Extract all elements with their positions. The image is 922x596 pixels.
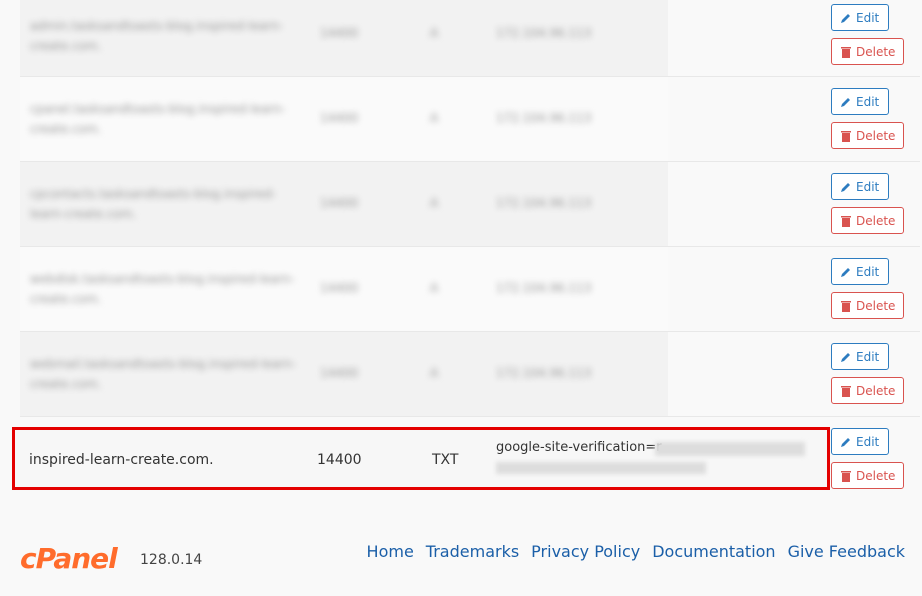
cpanel-logo: cPanel: [20, 542, 118, 575]
record-value: 172.104.96.113: [496, 196, 592, 210]
record-ttl: 14400: [320, 26, 359, 40]
dns-records-table: admin.tasksandtoasts-blog.inspired-learn…: [20, 0, 920, 489]
pencil-icon: [840, 96, 852, 108]
delete-button[interactable]: Delete: [831, 462, 904, 489]
footer-link-give-feedback[interactable]: Give Feedback: [788, 542, 905, 561]
table-row: cpcontacts.tasksandtoasts-blog.inspired-…: [20, 162, 920, 247]
pencil-icon: [840, 181, 852, 193]
record-value: 172.104.96.113: [496, 26, 592, 40]
record-ttl: 14400: [320, 281, 359, 295]
trash-icon: [840, 385, 852, 397]
edit-button[interactable]: Edit: [831, 4, 889, 31]
record-name: webmail.tasksandtoasts-blog.inspired-lea…: [30, 357, 296, 391]
delete-button[interactable]: Delete: [831, 207, 904, 234]
edit-button[interactable]: Edit: [831, 88, 889, 115]
record-value: 172.104.96.113: [496, 111, 592, 125]
record-type: A: [430, 111, 439, 125]
footer-link-privacy-policy[interactable]: Privacy Policy: [531, 542, 640, 561]
edit-button[interactable]: Edit: [831, 343, 889, 370]
trash-icon: [840, 300, 852, 312]
record-type: A: [430, 281, 439, 295]
record-ttl: 14400: [320, 366, 359, 380]
highlighted-txt-record-row: inspired-learn-create.com. 14400 TXT goo…: [12, 427, 830, 490]
pencil-icon: [840, 351, 852, 363]
table-row: webmail.tasksandtoasts-blog.inspired-lea…: [20, 332, 920, 417]
version-label: 128.0.14: [140, 552, 203, 568]
trash-icon: [840, 130, 852, 142]
delete-button[interactable]: Delete: [831, 292, 904, 319]
edit-button[interactable]: Edit: [831, 258, 889, 285]
record-name: cpanel.tasksandtoasts-blog.inspired-lear…: [30, 102, 286, 136]
edit-button[interactable]: Edit: [831, 428, 889, 455]
record-ttl: 14400: [317, 452, 362, 468]
delete-button[interactable]: Delete: [831, 377, 904, 404]
record-type: A: [430, 26, 439, 40]
record-type: A: [430, 366, 439, 380]
record-value: 172.104.96.113: [496, 281, 592, 295]
table-row: cpanel.tasksandtoasts-blog.inspired-lear…: [20, 77, 920, 162]
record-value: google-site-verification=r: [496, 440, 662, 455]
trash-icon: [840, 215, 852, 227]
record-ttl: 14400: [320, 196, 359, 210]
delete-button[interactable]: Delete: [831, 38, 904, 65]
record-name: admin.tasksandtoasts-blog.inspired-learn…: [30, 19, 284, 53]
pencil-icon: [840, 436, 852, 448]
footer-link-home[interactable]: Home: [367, 542, 414, 561]
redacted-value: [655, 442, 805, 456]
record-ttl: 14400: [320, 111, 359, 125]
redacted-value: [496, 462, 706, 474]
table-row: admin.tasksandtoasts-blog.inspired-learn…: [20, 0, 920, 77]
record-value: 172.104.96.113: [496, 366, 592, 380]
delete-button[interactable]: Delete: [831, 122, 904, 149]
footer-link-documentation[interactable]: Documentation: [652, 542, 775, 561]
record-name: inspired-learn-create.com.: [29, 452, 214, 468]
record-name: cpcontacts.tasksandtoasts-blog.inspired-…: [30, 187, 277, 221]
footer: cPanel 128.0.14 Home Trademarks Privacy …: [0, 540, 922, 580]
footer-link-trademarks[interactable]: Trademarks: [426, 542, 519, 561]
pencil-icon: [840, 12, 852, 24]
record-type: TXT: [432, 452, 459, 468]
trash-icon: [840, 46, 852, 58]
footer-links: Home Trademarks Privacy Policy Documenta…: [367, 542, 905, 561]
edit-button[interactable]: Edit: [831, 173, 889, 200]
table-row: webdisk.tasksandtoasts-blog.inspired-lea…: [20, 247, 920, 332]
record-type: A: [430, 196, 439, 210]
record-name: webdisk.tasksandtoasts-blog.inspired-lea…: [30, 272, 295, 306]
trash-icon: [840, 470, 852, 482]
pencil-icon: [840, 266, 852, 278]
